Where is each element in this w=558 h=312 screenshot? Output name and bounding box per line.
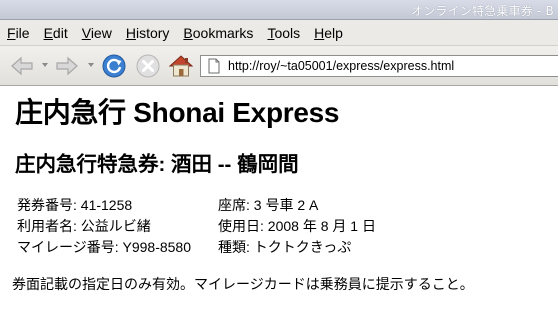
page-content: 庄内急行 Shonai Express 庄内急行特急券: 酒田 -- 鶴岡間 発… bbox=[0, 87, 558, 312]
menu-view[interactable]: View bbox=[82, 25, 112, 41]
url-text[interactable]: http://roy/~ta05001/express/express.html bbox=[228, 59, 454, 73]
forward-history-dropmarker[interactable] bbox=[88, 63, 94, 67]
validity-notice: 券面記載の指定日のみ有効。マイレージカードは乗務員に提示すること。 bbox=[12, 276, 474, 292]
mileage-number: マイレージ番号: Y998-8580 bbox=[17, 239, 192, 255]
ticket-type: 種類: トクトクきっぷ bbox=[218, 239, 352, 255]
reload-icon bbox=[102, 54, 126, 78]
reload-button[interactable] bbox=[101, 53, 127, 79]
menu-help[interactable]: Help bbox=[314, 25, 343, 41]
page-heading: 庄内急行 Shonai Express bbox=[15, 97, 340, 128]
menu-tools[interactable]: Tools bbox=[267, 25, 300, 41]
menu-bar: File Edit View History Bookmarks Tools H… bbox=[0, 20, 558, 46]
use-date: 使用日: 2008 年 8 月 1 日 bbox=[218, 218, 376, 234]
back-history-dropmarker[interactable] bbox=[42, 63, 48, 67]
stop-icon bbox=[136, 54, 160, 78]
forward-button[interactable] bbox=[54, 53, 80, 79]
menu-edit[interactable]: Edit bbox=[44, 25, 68, 41]
user-name: 利用者名: 公益ルビ緒 bbox=[17, 218, 151, 234]
navigation-toolbar: http://roy/~ta05001/express/express.html bbox=[0, 46, 558, 86]
back-arrow-icon bbox=[11, 56, 33, 76]
url-bar[interactable]: http://roy/~ta05001/express/express.html bbox=[200, 55, 558, 77]
home-icon bbox=[168, 55, 194, 77]
ticket-number: 発券番号: 41-1258 bbox=[17, 197, 133, 213]
forward-arrow-icon bbox=[56, 56, 78, 76]
page-icon bbox=[208, 58, 220, 74]
stop-button[interactable] bbox=[135, 53, 161, 79]
menu-file[interactable]: File bbox=[7, 25, 30, 41]
menu-bookmarks[interactable]: Bookmarks bbox=[183, 25, 253, 41]
ticket-title: 庄内急行特急券: 酒田 -- 鶴岡間 bbox=[15, 153, 299, 176]
home-button[interactable] bbox=[168, 53, 194, 79]
menu-history[interactable]: History bbox=[126, 25, 170, 41]
window-title-bar: オンライン特急乗車券 - B bbox=[0, 0, 558, 20]
window-title: オンライン特急乗車券 - B bbox=[411, 4, 554, 18]
back-button[interactable] bbox=[9, 53, 35, 79]
seat-info: 座席: 3 号車 2 A bbox=[218, 197, 319, 213]
